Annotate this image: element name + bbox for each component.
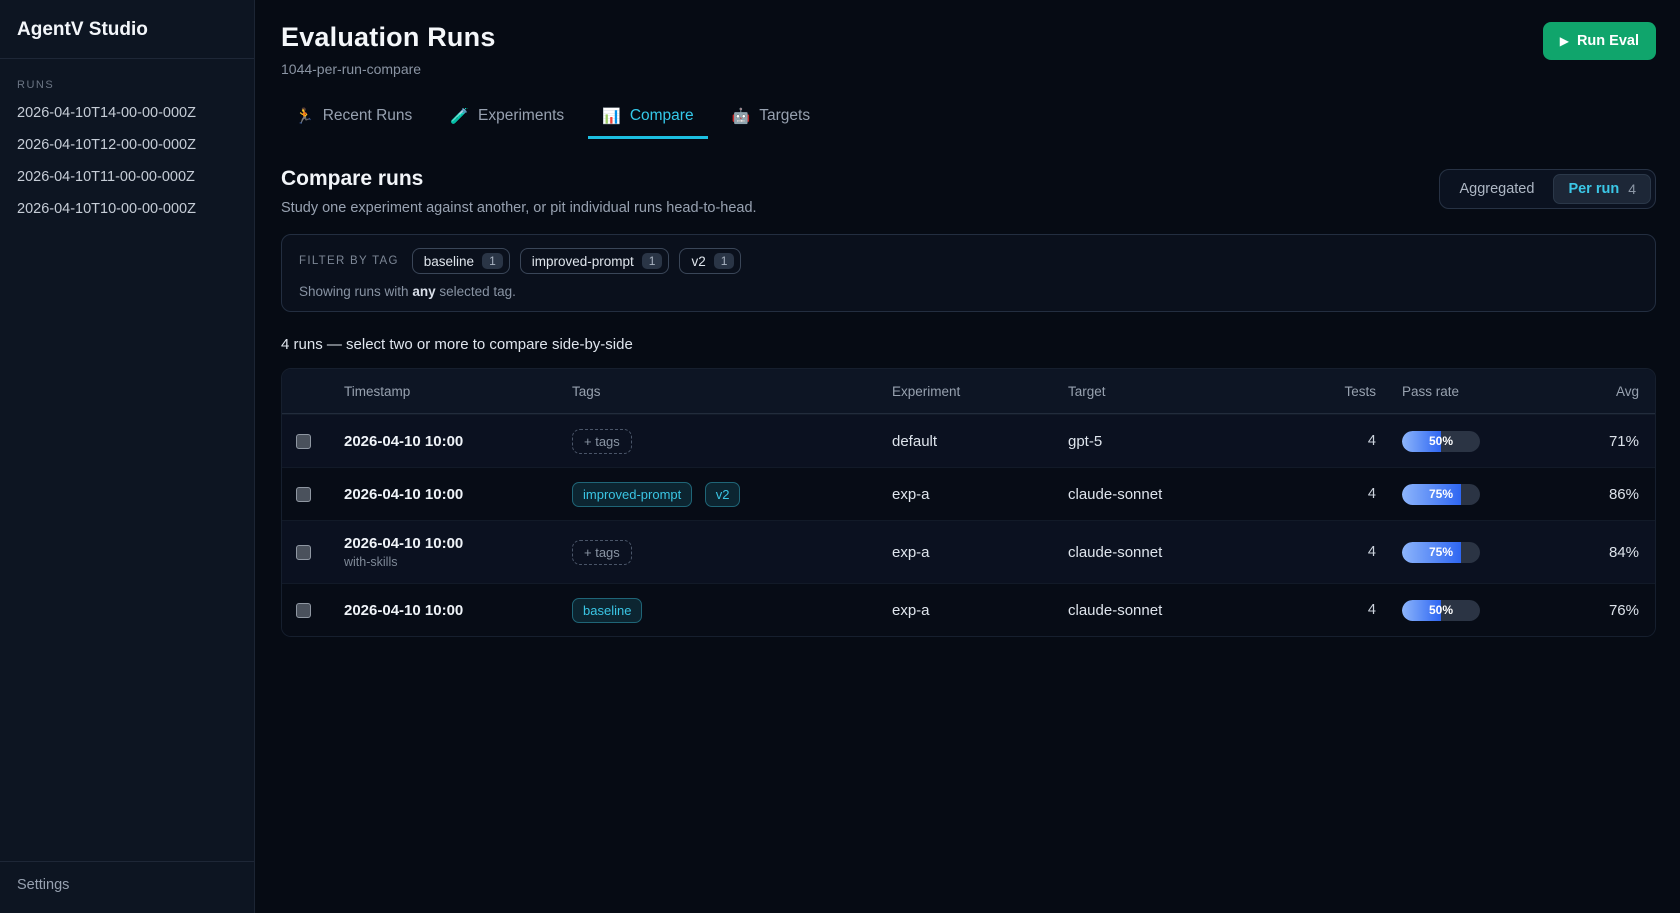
runner-icon: 🏃 [295, 107, 314, 125]
run-experiment: exp-a [892, 602, 1068, 619]
table-row[interactable]: 2026-04-10 10:00 with-skills + tags exp-… [282, 520, 1655, 583]
play-icon: ▶ [1560, 34, 1569, 48]
runs-summary: 4 runs — select two or more to compare s… [281, 336, 1656, 353]
tag-filter-improved-prompt[interactable]: improved-prompt 1 [520, 248, 670, 274]
toggle-per-run-label: Per run [1568, 181, 1619, 197]
col-avg: Avg [1588, 384, 1639, 399]
run-timestamp: 2026-04-10 10:00 [344, 486, 572, 503]
tab-recent-runs[interactable]: 🏃 Recent Runs [281, 99, 426, 139]
robot-icon: 🤖 [732, 107, 751, 125]
page-title: Evaluation Runs [281, 22, 496, 53]
toggle-per-run[interactable]: Per run 4 [1553, 174, 1651, 204]
table-header-row: Timestamp Tags Experiment Target Tests P… [282, 369, 1655, 414]
run-avg: 71% [1588, 433, 1639, 450]
sidebar-run-item[interactable]: 2026-04-10T10-00-00-000Z [0, 193, 254, 225]
per-run-count-badge: 4 [1628, 181, 1636, 197]
pass-rate-bar: 75% [1402, 542, 1480, 563]
sidebar-run-item[interactable]: 2026-04-10T12-00-00-000Z [0, 129, 254, 161]
tab-compare[interactable]: 📊 Compare [588, 99, 707, 139]
run-timestamp: 2026-04-10 10:00 [344, 433, 572, 450]
filter-by-tag-label: FILTER BY TAG [299, 255, 399, 267]
filter-note-any: any [412, 284, 435, 299]
tag-filter-panel: FILTER BY TAG baseline 1 improved-prompt… [281, 234, 1656, 312]
tag-count-badge: 1 [714, 253, 735, 269]
col-target: Target [1068, 384, 1316, 399]
app-title: AgentV Studio [0, 0, 254, 58]
sidebar-run-item[interactable]: 2026-04-10T11-00-00-000Z [0, 161, 254, 193]
compare-section-subtitle: Study one experiment against another, or… [281, 200, 757, 216]
run-label: with-skills [344, 555, 572, 569]
add-tags-button[interactable]: + tags [572, 429, 632, 454]
view-mode-toggle: Aggregated Per run 4 [1439, 169, 1656, 209]
run-tests: 4 [1316, 544, 1376, 560]
tag-name: improved-prompt [532, 254, 634, 269]
run-avg: 76% [1588, 602, 1639, 619]
col-pass-rate: Pass rate [1376, 384, 1588, 399]
test-tube-icon: 🧪 [450, 107, 469, 125]
run-tests: 4 [1316, 486, 1376, 502]
page-subtitle: 1044-per-run-compare [281, 61, 496, 77]
run-tag: v2 [705, 482, 741, 507]
runs-section-label: RUNS [0, 59, 254, 97]
run-experiment: exp-a [892, 486, 1068, 503]
col-timestamp: Timestamp [344, 384, 572, 399]
pass-rate-bar: 50% [1402, 600, 1480, 621]
run-tag: baseline [572, 598, 642, 623]
main-content: Evaluation Runs 1044-per-run-compare ▶ R… [255, 0, 1680, 913]
row-checkbox[interactable] [296, 603, 311, 618]
table-row[interactable]: 2026-04-10 10:00 improved-prompt v2 exp-… [282, 467, 1655, 520]
row-checkbox[interactable] [296, 487, 311, 502]
compare-section-title: Compare runs [281, 167, 757, 191]
tag-name: baseline [424, 254, 474, 269]
col-tests: Tests [1316, 384, 1376, 399]
run-target: gpt-5 [1068, 433, 1316, 450]
pass-rate-label: 75% [1402, 542, 1480, 563]
tag-name: v2 [691, 254, 705, 269]
tab-targets[interactable]: 🤖 Targets [718, 99, 825, 139]
run-tests: 4 [1316, 433, 1376, 449]
run-avg: 86% [1588, 486, 1639, 503]
run-experiment: default [892, 433, 1068, 450]
tag-count-badge: 1 [482, 253, 503, 269]
tag-filter-baseline[interactable]: baseline 1 [412, 248, 510, 274]
run-timestamp: 2026-04-10 10:00 with-skills [344, 535, 572, 569]
bar-chart-icon: 📊 [602, 107, 621, 125]
tab-label: Targets [759, 107, 810, 125]
table-row[interactable]: 2026-04-10 10:00 baseline exp-a claude-s… [282, 583, 1655, 636]
sidebar-run-item[interactable]: 2026-04-10T14-00-00-000Z [0, 97, 254, 129]
col-tags: Tags [572, 384, 892, 399]
run-target: claude-sonnet [1068, 602, 1316, 619]
tab-bar: 🏃 Recent Runs 🧪 Experiments 📊 Compare 🤖 … [281, 99, 1656, 139]
runs-table: Timestamp Tags Experiment Target Tests P… [281, 368, 1656, 637]
run-eval-button[interactable]: ▶ Run Eval [1543, 22, 1656, 60]
tab-label: Compare [630, 107, 694, 125]
run-tests: 4 [1316, 602, 1376, 618]
pass-rate-label: 50% [1402, 600, 1480, 621]
add-tags-button[interactable]: + tags [572, 540, 632, 565]
pass-rate-bar: 75% [1402, 484, 1480, 505]
toggle-aggregated[interactable]: Aggregated [1444, 174, 1549, 204]
filter-note: Showing runs with any selected tag. [299, 284, 1638, 299]
tab-label: Recent Runs [323, 107, 413, 125]
row-checkbox[interactable] [296, 545, 311, 560]
run-target: claude-sonnet [1068, 486, 1316, 503]
run-timestamp: 2026-04-10 10:00 [344, 602, 572, 619]
tag-count-badge: 1 [642, 253, 663, 269]
run-tag: improved-prompt [572, 482, 692, 507]
row-checkbox[interactable] [296, 434, 311, 449]
pass-rate-label: 50% [1402, 431, 1480, 452]
run-target: claude-sonnet [1068, 544, 1316, 561]
sidebar: AgentV Studio RUNS 2026-04-10T14-00-00-0… [0, 0, 255, 913]
pass-rate-bar: 50% [1402, 431, 1480, 452]
run-experiment: exp-a [892, 544, 1068, 561]
pass-rate-label: 75% [1402, 484, 1480, 505]
tag-filter-v2[interactable]: v2 1 [679, 248, 741, 274]
settings-link[interactable]: Settings [0, 861, 254, 913]
col-experiment: Experiment [892, 384, 1068, 399]
table-row[interactable]: 2026-04-10 10:00 + tags default gpt-5 4 … [282, 414, 1655, 467]
run-eval-label: Run Eval [1577, 33, 1639, 49]
run-avg: 84% [1588, 544, 1639, 561]
tab-experiments[interactable]: 🧪 Experiments [436, 99, 578, 139]
tab-label: Experiments [478, 107, 564, 125]
